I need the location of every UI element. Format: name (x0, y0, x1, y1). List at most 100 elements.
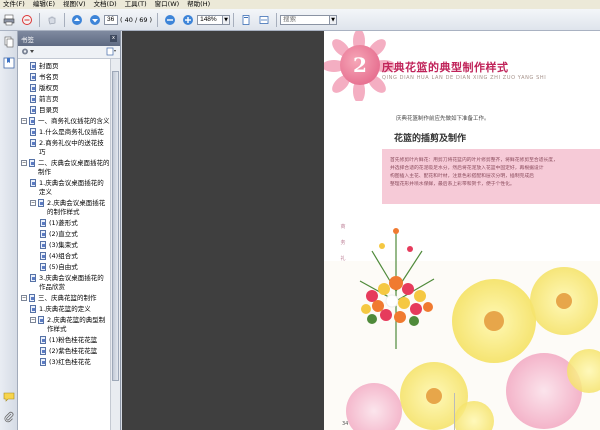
collapse-toggle-icon[interactable]: − (21, 118, 27, 124)
bookmark-item[interactable]: 1.什么是商务礼仪插花 (18, 128, 110, 137)
bookmark-label: 2.商务礼仪中的送花技巧 (39, 139, 104, 156)
bookmark-label: (4)组合式 (49, 252, 78, 260)
bookmark-page-icon (38, 316, 44, 324)
bookmark-item[interactable]: − 二、庆典会议桌面插花的制作 (18, 159, 110, 177)
zoom-in-icon[interactable] (181, 13, 195, 27)
bookmark-label: 封面页 (39, 62, 59, 70)
fit-width-icon[interactable] (257, 13, 271, 27)
bookmark-page-icon (40, 263, 46, 271)
bookmark-label: (5)自由式 (49, 263, 78, 271)
bookmark-item[interactable]: 前言页 (18, 95, 110, 104)
bookmark-item[interactable]: (3)红色桂花花 (18, 358, 110, 367)
attachments-tab-icon[interactable] (3, 411, 15, 423)
menu-item[interactable]: 文档(D) (91, 0, 122, 9)
bookmark-item[interactable]: (3)集束式 (18, 241, 110, 250)
bookmark-item[interactable]: 1.庆典花篮的定义 (18, 305, 110, 314)
scrollbar-thumb[interactable] (112, 71, 119, 381)
pages-tab-icon[interactable] (3, 36, 15, 48)
paragraph-line: 整理花形并喷水保鲜，最后系上彩带和贺卡，便于个性化。 (390, 182, 515, 187)
bookmark-page-icon (40, 230, 46, 238)
bookmark-page-icon (40, 241, 46, 249)
bookmark-page-icon (29, 159, 35, 167)
collapse-toggle-icon[interactable]: − (21, 160, 27, 166)
collapse-toggle-icon[interactable]: − (30, 200, 36, 206)
previous-page-icon[interactable] (70, 13, 84, 27)
bookmark-item[interactable]: (2)紫色桂花花篮 (18, 347, 110, 356)
next-page-icon[interactable] (88, 13, 102, 27)
bookmark-item[interactable]: 1.庆典会议桌面插花的定义 (18, 179, 110, 197)
bookmark-page-icon (30, 139, 36, 147)
bookmark-item[interactable]: 书名页 (18, 73, 110, 82)
bookmark-label: 1.什么是商务礼仪插花 (39, 128, 104, 136)
document-area[interactable]: 2 庆典花篮的典型制作样式 QING DIAN HUA LAN DE DIAN … (122, 31, 600, 430)
bookmark-page-icon (30, 62, 36, 70)
bookmark-item[interactable]: − 三、庆典花篮的制作 (18, 294, 110, 303)
bookmark-label: (2)紫色桂花花篮 (49, 347, 98, 355)
email-icon[interactable] (20, 13, 34, 27)
bookmark-item[interactable]: 目录页 (18, 106, 110, 115)
fit-page-icon[interactable] (239, 13, 253, 27)
bookmarks-scrollbar[interactable] (110, 59, 120, 430)
bookmark-label: 2.庆典花篮的典型制作样式 (47, 316, 106, 333)
bookmark-label: 一、商务礼仪插花的含义 (38, 117, 110, 125)
close-panel-button[interactable]: x (110, 35, 117, 42)
search-input[interactable] (280, 14, 331, 25)
bookmark-item[interactable]: 版权页 (18, 84, 110, 93)
comments-tab-icon[interactable] (3, 391, 15, 403)
bookmark-item[interactable]: (1)粉色桂花花篮 (18, 336, 110, 345)
paragraph-line: 构图插入主花、配花和叶材，注意色彩搭配和层次分明，插制完成后 (390, 174, 534, 179)
bookmark-item[interactable]: (4)组合式 (18, 252, 110, 261)
bookmark-item[interactable]: − 2.庆典会议桌面插花的制作样式 (18, 199, 110, 217)
bookmark-page-icon (40, 347, 46, 355)
bookmark-label: 前言页 (39, 95, 59, 103)
page-number-input[interactable] (104, 14, 118, 25)
bookmark-page-icon (30, 106, 36, 114)
bookmark-page-icon (40, 252, 46, 260)
new-bookmark-icon[interactable] (106, 47, 117, 58)
zoom-out-icon[interactable] (163, 13, 177, 27)
bookmarks-tab-icon[interactable] (3, 57, 15, 69)
bookmark-label: 目录页 (39, 106, 59, 114)
side-char: 商 (340, 224, 346, 230)
bookmark-item[interactable]: (2)直立式 (18, 230, 110, 239)
bookmark-label: 2.庆典会议桌面插花的制作样式 (47, 199, 106, 216)
bookmark-item[interactable]: (5)自由式 (18, 263, 110, 272)
menu-item[interactable]: 视图(V) (60, 0, 91, 9)
bookmark-label: 1.庆典会议桌面插花的定义 (39, 179, 104, 196)
zoom-level-input[interactable] (197, 14, 224, 25)
bookmark-label: 二、庆典会议桌面插花的制作 (38, 159, 110, 176)
bookmark-page-icon (38, 199, 44, 207)
toolbar-separator (276, 12, 278, 27)
paragraph-box: 首先修剪叶片鲜花：用剪刀将花篮内的叶片修剪整齐，将鲜花修剪至合适长度， 并选择合… (382, 149, 600, 204)
bookmark-page-icon (30, 274, 36, 282)
bookmark-page-icon (40, 219, 46, 227)
bookmark-label: 1.庆典花篮的定义 (39, 305, 91, 313)
bookmark-item[interactable]: − 一、商务礼仪插花的含义 (18, 117, 110, 126)
collapse-toggle-icon[interactable]: − (21, 295, 27, 301)
bookmark-page-icon (40, 358, 46, 366)
intro-text: 庆典花篮制作前应先做如下准备工作。 (396, 116, 490, 122)
options-menu-icon[interactable] (21, 47, 35, 58)
hand-tool-icon[interactable] (45, 13, 59, 27)
menu-item[interactable]: 帮助(H) (184, 0, 215, 9)
menu-item[interactable]: 编辑(E) (30, 0, 60, 9)
bookmark-label: (3)集束式 (49, 241, 78, 249)
bookmark-item[interactable]: (1)菱形式 (18, 219, 110, 228)
collapse-toggle-icon[interactable]: − (30, 317, 36, 323)
chapter-title: 庆典花篮的典型制作样式 (382, 61, 509, 74)
search-dropdown-icon[interactable]: ▼ (329, 14, 338, 25)
bookmark-item[interactable]: − 2.庆典花篮的典型制作样式 (18, 316, 110, 334)
print-icon[interactable] (2, 13, 16, 27)
bookmarks-panel: 书签 x 封面页 书名页 版权页 前言页 目录页 − 一、商务礼仪插花的含义 1.什么是商务礼… (18, 31, 121, 430)
bookmark-item[interactable]: 3.庆典会议桌面插花的作品欣赏 (18, 274, 110, 292)
page-count: ( 40 / 69 ) (120, 15, 153, 24)
menu-item[interactable]: 窗口(W) (152, 0, 185, 9)
menu-item[interactable]: 文件(F) (0, 0, 30, 9)
bookmark-item[interactable]: 2.商务礼仪中的送花技巧 (18, 139, 110, 157)
toolbar-separator (157, 12, 159, 27)
toolbar-separator (233, 12, 235, 27)
zoom-dropdown-icon[interactable]: ▼ (222, 14, 231, 25)
toolbar: ( 40 / 69 ) ▼ ▼ (0, 9, 600, 31)
bookmark-item[interactable]: 封面页 (18, 62, 110, 71)
menu-item[interactable]: 工具(T) (122, 0, 152, 9)
